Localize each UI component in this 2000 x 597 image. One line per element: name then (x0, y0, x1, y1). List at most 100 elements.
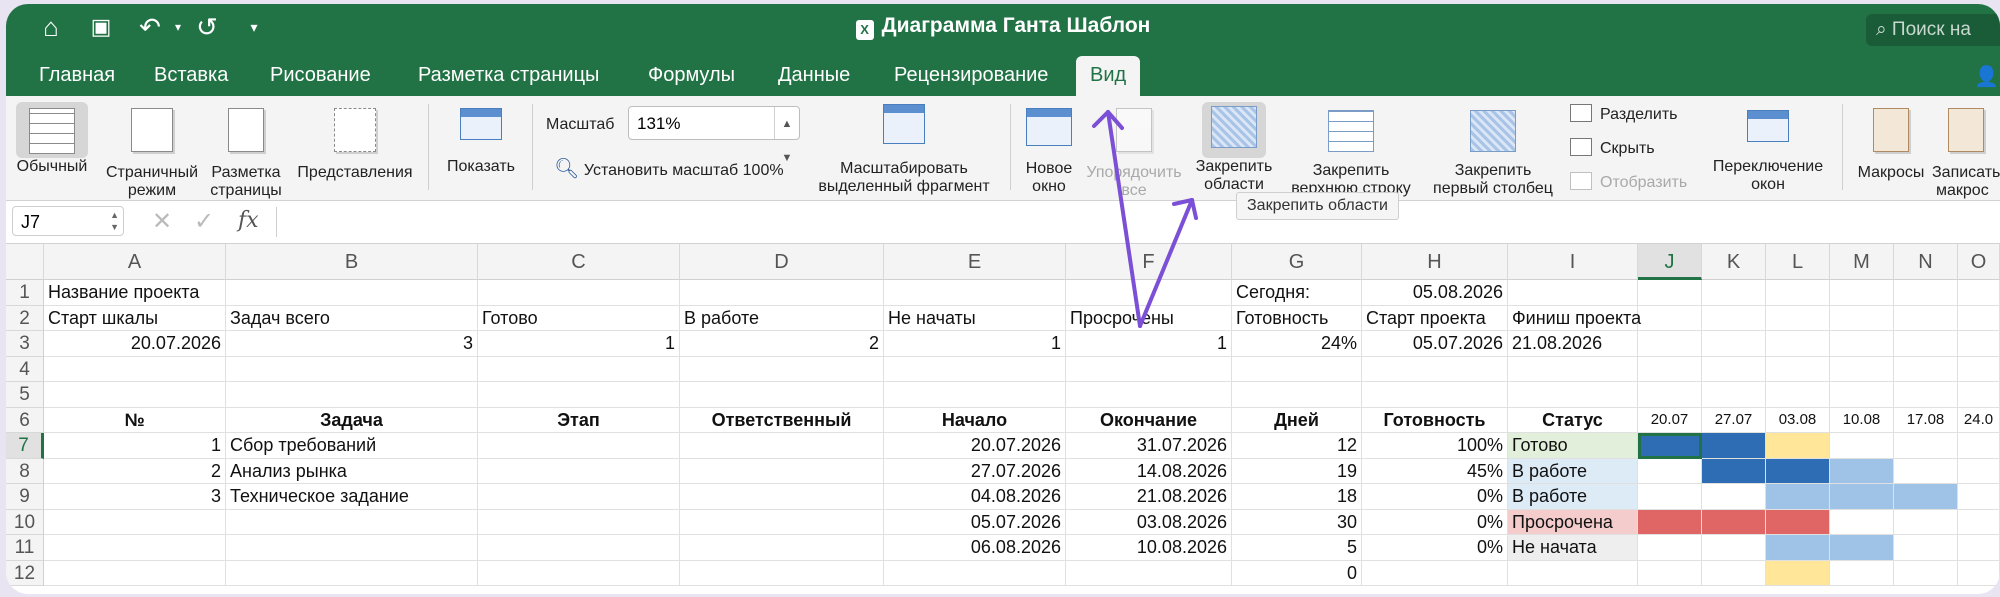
column-header-c[interactable]: C (478, 244, 680, 280)
cell-h8[interactable]: 45% (1362, 458, 1508, 484)
cell-l2[interactable] (1766, 305, 1830, 331)
page-break-view-button[interactable]: Страничный режим (100, 108, 204, 200)
cell-f11[interactable]: 10.08.2026 (1066, 535, 1232, 561)
cell-n7[interactable] (1894, 433, 1958, 459)
cell-k6[interactable]: 27.07 (1702, 407, 1766, 433)
cell-k11[interactable] (1702, 535, 1766, 561)
row-header-5[interactable]: 5 (6, 382, 44, 408)
column-header-j[interactable]: J (1638, 244, 1702, 280)
cell-h5[interactable] (1362, 382, 1508, 408)
tab-view[interactable]: Вид (1076, 56, 1141, 96)
cell-d2[interactable]: В работе (680, 305, 884, 331)
cell-g4[interactable] (1232, 356, 1362, 382)
enter-icon[interactable]: ✓ (194, 207, 214, 236)
cell-i7[interactable]: Готово (1508, 433, 1638, 459)
cell-d12[interactable] (680, 560, 884, 586)
macros-button[interactable]: Макросы (1850, 108, 1932, 182)
column-header-o[interactable]: O (1958, 244, 2000, 280)
row-header-9[interactable]: 9 (6, 484, 44, 510)
cell-j12[interactable] (1638, 560, 1702, 586)
cell-g9[interactable]: 18 (1232, 484, 1362, 510)
tab-home[interactable]: Главная (25, 56, 129, 96)
tab-formulas[interactable]: Формулы (634, 56, 749, 96)
cell-j9[interactable] (1638, 484, 1702, 510)
unhide-button[interactable]: Отобразить (1570, 172, 1687, 192)
cell-h10[interactable]: 0% (1362, 509, 1508, 535)
cell-b1[interactable] (226, 280, 478, 306)
cell-o4[interactable] (1958, 356, 2000, 382)
cell-k10[interactable] (1702, 509, 1766, 535)
tab-review[interactable]: Рецензирование (880, 56, 1062, 96)
cell-f3[interactable]: 1 (1066, 331, 1232, 357)
cell-i1[interactable] (1508, 280, 1638, 306)
cell-o9[interactable] (1958, 484, 2000, 510)
cell-l9[interactable] (1766, 484, 1830, 510)
cell-h2[interactable]: Старт проекта (1362, 305, 1508, 331)
cell-m2[interactable] (1830, 305, 1894, 331)
column-header-a[interactable]: A (44, 244, 226, 280)
cell-k5[interactable] (1702, 382, 1766, 408)
normal-view-button[interactable] (16, 102, 88, 158)
zoom-100-button[interactable]: 🔍︎ Установить масштаб 100% (554, 156, 784, 181)
cell-h4[interactable] (1362, 356, 1508, 382)
cell-c6[interactable]: Этап (478, 407, 680, 433)
cell-c2[interactable]: Готово (478, 305, 680, 331)
cell-c10[interactable] (478, 509, 680, 535)
cell-j6[interactable]: 20.07 (1638, 407, 1702, 433)
column-header-m[interactable]: M (1830, 244, 1894, 280)
cell-k1[interactable] (1702, 280, 1766, 306)
cell-n11[interactable] (1894, 535, 1958, 561)
share-person-icon[interactable]: 👤 (1974, 64, 1999, 89)
cell-n1[interactable] (1894, 280, 1958, 306)
cell-a2[interactable]: Старт шкалы (44, 305, 226, 331)
cell-d9[interactable] (680, 484, 884, 510)
column-header-f[interactable]: F (1066, 244, 1232, 280)
cell-o3[interactable] (1958, 331, 2000, 357)
record-macro-button[interactable]: Записать макрос (1932, 108, 2000, 200)
cell-d7[interactable] (680, 433, 884, 459)
cell-b12[interactable] (226, 560, 478, 586)
cell-b3[interactable]: 3 (226, 331, 478, 357)
page-layout-view-button[interactable]: Разметка страницы (206, 108, 286, 200)
hide-button[interactable]: Скрыть (1570, 138, 1655, 158)
cell-o10[interactable] (1958, 509, 2000, 535)
tab-draw[interactable]: Рисование (256, 56, 385, 96)
cell-e12[interactable] (884, 560, 1066, 586)
cell-m7[interactable] (1830, 433, 1894, 459)
cell-n2[interactable] (1894, 305, 1958, 331)
cell-h1[interactable]: 05.08.2026 (1362, 280, 1508, 306)
freeze-panes-button[interactable] (1202, 102, 1266, 158)
cell-a1[interactable]: Название проекта (44, 280, 226, 306)
cell-l7[interactable] (1766, 433, 1830, 459)
cell-n4[interactable] (1894, 356, 1958, 382)
cell-d5[interactable] (680, 382, 884, 408)
zoom-to-selection-button[interactable]: Масштабировать выделенный фрагмент (806, 104, 1002, 196)
cell-i3[interactable]: 21.08.2026 (1508, 331, 1638, 357)
cell-b5[interactable] (226, 382, 478, 408)
cell-f10[interactable]: 03.08.2026 (1066, 509, 1232, 535)
cell-g5[interactable] (1232, 382, 1362, 408)
cell-m11[interactable] (1830, 535, 1894, 561)
cell-o2[interactable] (1958, 305, 2000, 331)
cell-d6[interactable]: Ответственный (680, 407, 884, 433)
cell-l3[interactable] (1766, 331, 1830, 357)
row-header-7[interactable]: 7 (6, 433, 44, 459)
row-header-11[interactable]: 11 (6, 535, 44, 561)
search-input[interactable]: ⌕ Поиск на (1866, 14, 2000, 46)
cell-j10[interactable] (1638, 509, 1702, 535)
row-header-12[interactable]: 12 (6, 560, 44, 586)
cell-b2[interactable]: Задач всего (226, 305, 478, 331)
column-header-g[interactable]: G (1232, 244, 1362, 280)
cell-h12[interactable] (1362, 560, 1508, 586)
cell-e10[interactable]: 05.07.2026 (884, 509, 1066, 535)
arrange-all-button[interactable]: Упорядочить все (1082, 108, 1186, 200)
cell-k2[interactable] (1702, 305, 1766, 331)
cell-n3[interactable] (1894, 331, 1958, 357)
cell-e6[interactable]: Начало (884, 407, 1066, 433)
switch-windows-button[interactable]: Переключение окон (1706, 110, 1830, 194)
cell-b8[interactable]: Анализ рынка (226, 458, 478, 484)
column-header-e[interactable]: E (884, 244, 1066, 280)
cell-g10[interactable]: 30 (1232, 509, 1362, 535)
column-header-k[interactable]: K (1702, 244, 1766, 280)
zoom-select[interactable]: 131% ▲ ▼ (628, 106, 800, 164)
